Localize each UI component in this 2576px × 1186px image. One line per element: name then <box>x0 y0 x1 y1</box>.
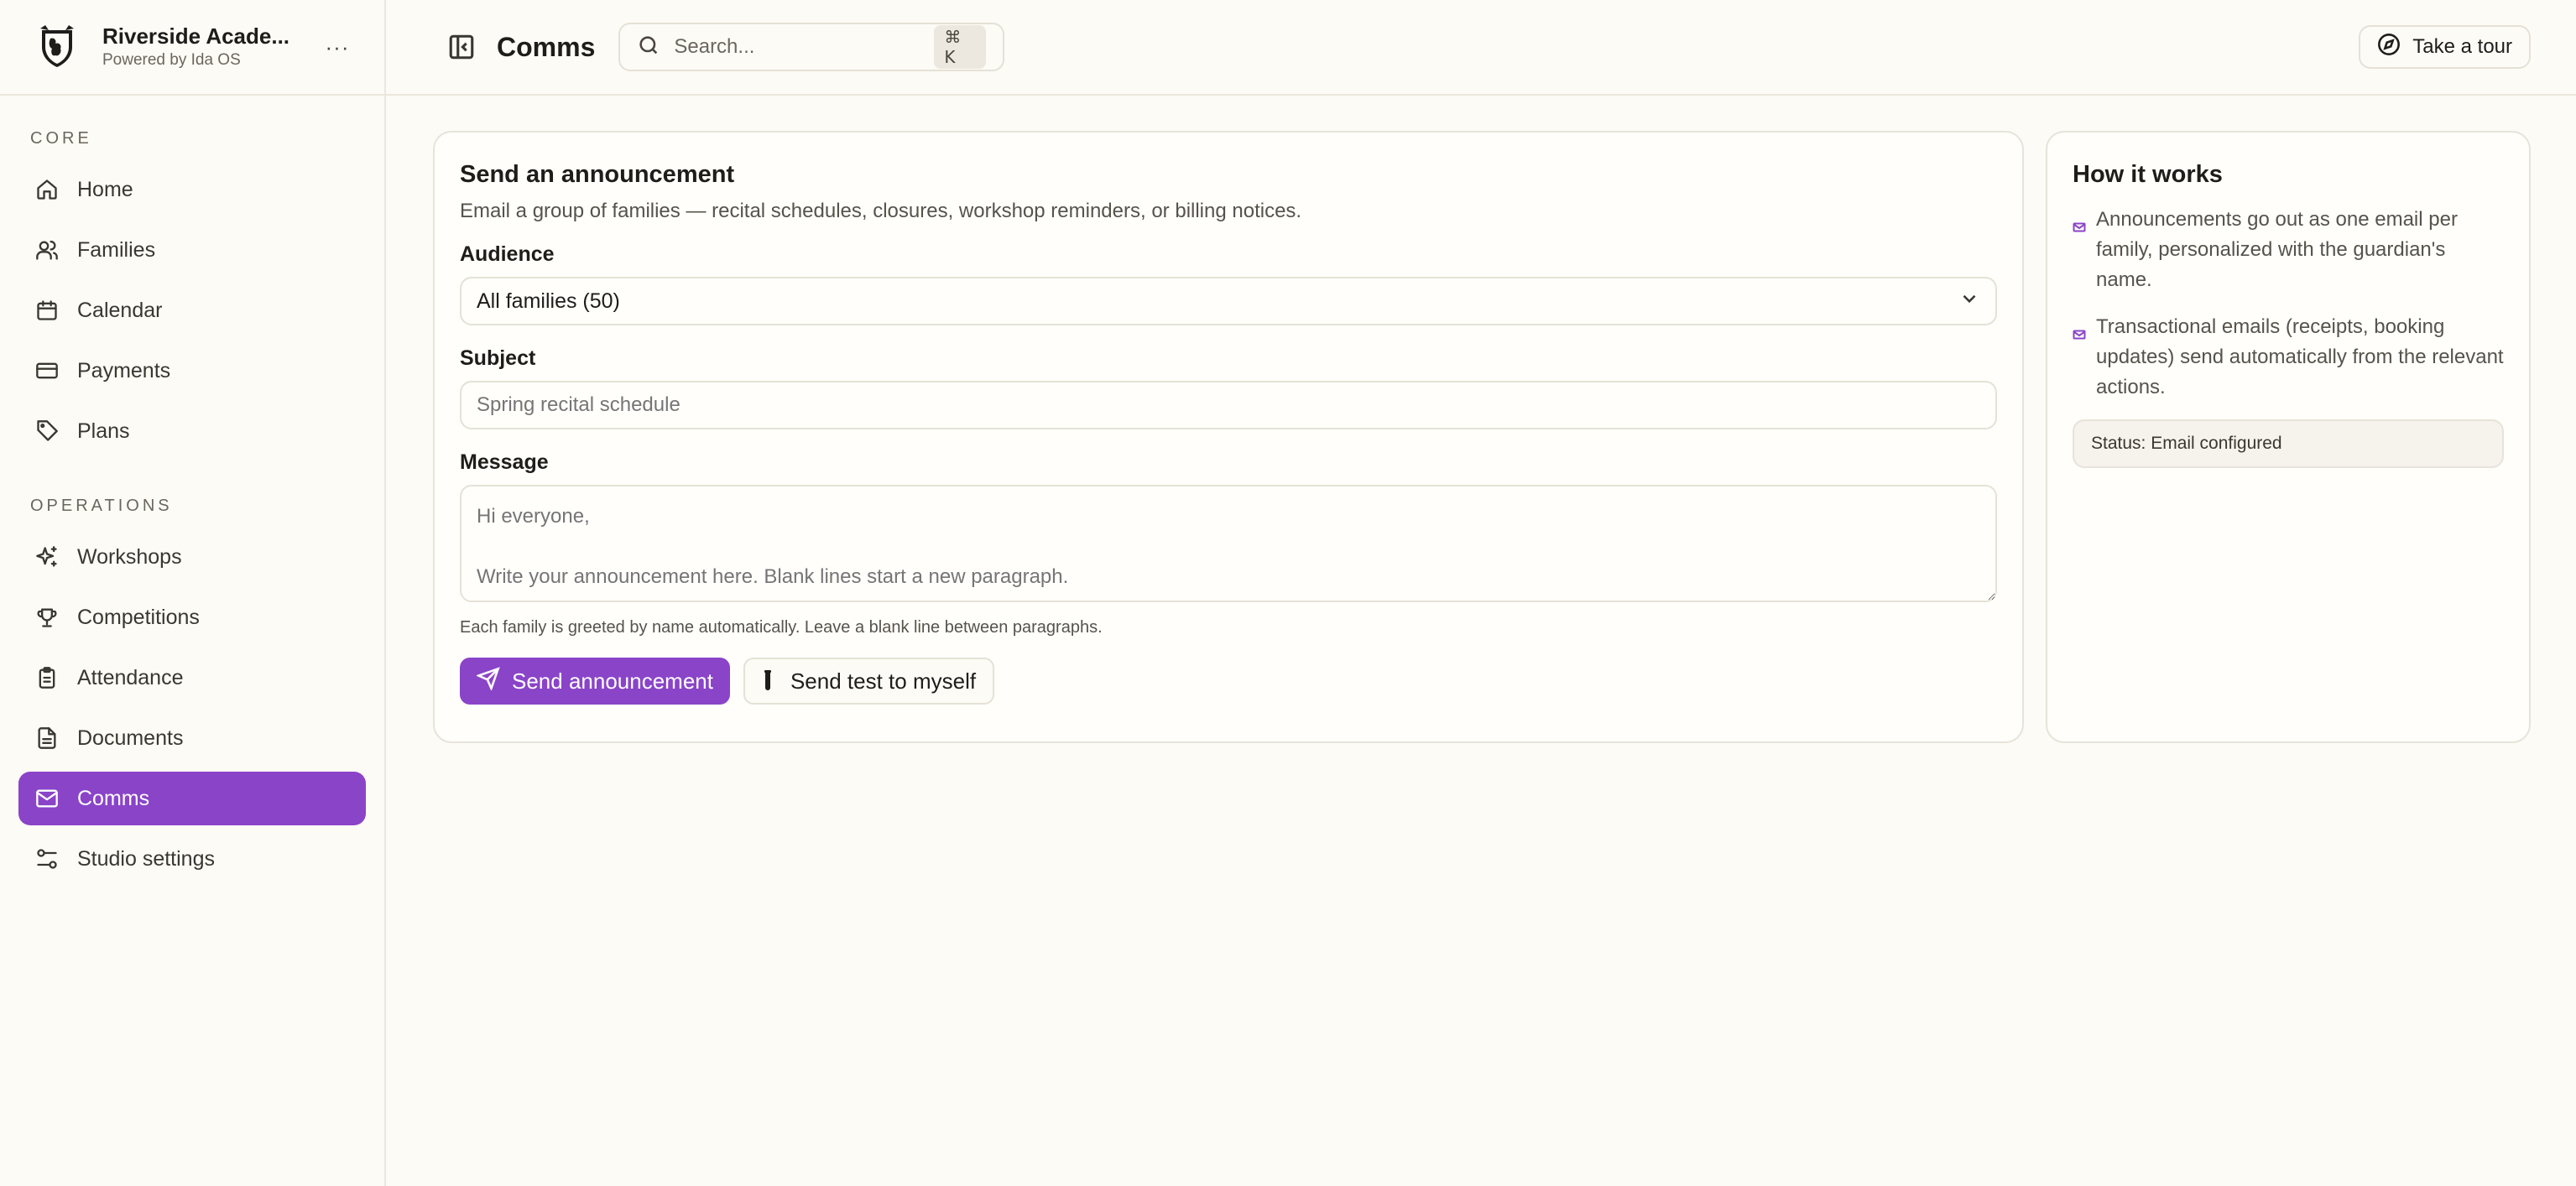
search-icon <box>637 34 660 61</box>
sidebar-item-documents[interactable]: Documents <box>18 711 366 765</box>
announcement-description: Email a group of families — recital sche… <box>460 200 1302 222</box>
sidebar-item-label: Comms <box>77 786 150 810</box>
sidebar-item-label: Calendar <box>77 298 163 322</box>
brand-name: Riverside Acade... <box>102 23 290 49</box>
brand-header[interactable]: Riverside Acade... Powered by Ida OS ··· <box>0 0 384 96</box>
document-icon <box>35 726 59 750</box>
mail-icon <box>35 787 59 810</box>
announcement-actions: Send announcement Send test to myself <box>460 658 1997 705</box>
sidebar-item-label: Documents <box>77 726 184 750</box>
sidebar-item-comms[interactable]: Comms <box>18 772 366 825</box>
nav-operations: Workshops Competitions Attendance Docume… <box>0 530 384 886</box>
sidebar-item-label: Payments <box>77 358 171 382</box>
send-test-label: Send test to myself <box>790 668 977 694</box>
brand-text: Riverside Acade... Powered by Ida OS <box>102 23 321 71</box>
audience-label: Audience <box>460 242 555 266</box>
page-title: Comms <box>497 31 596 62</box>
announcement-card: Send an announcement Email a group of fa… <box>433 131 2024 743</box>
sidebar-item-label: Home <box>77 177 133 201</box>
sidebar-item-competitions[interactable]: Competitions <box>18 590 366 644</box>
app-root: Riverside Acade... Powered by Ida OS ···… <box>0 0 2576 1186</box>
credit-card-icon <box>35 359 59 382</box>
section-label-operations: OPERATIONS <box>30 497 173 515</box>
calendar-icon <box>35 299 59 322</box>
compass-icon <box>2377 33 2412 62</box>
sidebar-item-label: Plans <box>77 419 130 443</box>
take-tour-label: Take a tour <box>2412 35 2512 58</box>
audience-value: All families (50) <box>477 289 620 313</box>
sidebar-item-label: Workshops <box>77 544 182 569</box>
subject-input[interactable] <box>460 381 1997 429</box>
test-tube-icon <box>762 669 774 693</box>
sidebar-toggle-icon[interactable] <box>445 30 478 64</box>
nav-core: Home Families Calendar Payments Plans <box>0 163 384 458</box>
message-textarea[interactable] <box>460 485 1997 602</box>
subject-label: Subject <box>460 346 536 370</box>
search-box[interactable]: ⌘ K <box>618 23 1005 71</box>
list-item: Announcements go out as one email per fa… <box>2073 205 2504 295</box>
sidebar-item-home[interactable]: Home <box>18 163 366 216</box>
send-announcement-label: Send announcement <box>512 668 713 694</box>
search-input[interactable] <box>674 35 935 59</box>
sidebar-item-payments[interactable]: Payments <box>18 344 366 398</box>
email-status-badge: Status: Email configured <box>2073 419 2504 468</box>
mail-icon <box>2073 320 2086 340</box>
clipboard-icon <box>35 666 59 689</box>
users-icon <box>35 238 59 262</box>
top-bar: Comms ⌘ K Take a tour <box>386 0 2576 96</box>
send-announcement-button[interactable]: Send announcement <box>460 658 730 705</box>
mail-icon <box>2073 213 2086 232</box>
send-test-button[interactable]: Send test to myself <box>743 658 995 705</box>
sidebar-item-families[interactable]: Families <box>18 223 366 277</box>
how-it-works-title: How it works <box>2073 161 2223 188</box>
sliders-icon <box>35 847 59 871</box>
sidebar-item-attendance[interactable]: Attendance <box>18 651 366 705</box>
message-label: Message <box>460 450 549 474</box>
tag-icon <box>35 419 59 443</box>
sidebar-item-label: Families <box>77 237 156 262</box>
audience-select[interactable]: All families (50) <box>460 277 1997 325</box>
how-it-works-card: How it works Announcements go out as one… <box>2046 131 2531 743</box>
section-label-core: CORE <box>30 129 92 148</box>
how-it-works-list: Announcements go out as one email per fa… <box>2073 205 2504 403</box>
sidebar-item-label: Competitions <box>77 605 200 629</box>
message-hint: Each family is greeted by name automatic… <box>460 618 1103 637</box>
sparkles-icon <box>35 545 59 569</box>
sidebar-item-label: Studio settings <box>77 846 215 871</box>
sidebar-item-studio-settings[interactable]: Studio settings <box>18 832 366 886</box>
sidebar-item-workshops[interactable]: Workshops <box>18 530 366 584</box>
trophy-icon <box>35 606 59 629</box>
main-area: Comms ⌘ K Take a tour Send an announceme… <box>386 0 2576 1186</box>
crest-logo-icon <box>34 23 81 70</box>
home-icon <box>35 178 59 201</box>
chevron-down-icon <box>1958 288 1980 315</box>
brand-subtitle: Powered by Ida OS <box>102 51 241 69</box>
list-item: Transactional emails (receipts, booking … <box>2073 312 2504 403</box>
announcement-title: Send an announcement <box>460 161 735 188</box>
content-area: Send an announcement Email a group of fa… <box>386 96 2576 743</box>
send-icon <box>475 666 512 696</box>
take-tour-button[interactable]: Take a tour <box>2359 25 2531 69</box>
sidebar-item-label: Attendance <box>77 665 184 689</box>
search-shortcut-badge: ⌘ K <box>934 25 987 69</box>
how-it-works-text: Transactional emails (receipts, booking … <box>2096 315 2504 398</box>
sidebar-item-calendar[interactable]: Calendar <box>18 283 366 337</box>
more-options-icon[interactable]: ··· <box>321 30 354 64</box>
sidebar-item-plans[interactable]: Plans <box>18 404 366 458</box>
how-it-works-text: Announcements go out as one email per fa… <box>2096 208 2458 291</box>
sidebar: Riverside Acade... Powered by Ida OS ···… <box>0 0 386 1186</box>
